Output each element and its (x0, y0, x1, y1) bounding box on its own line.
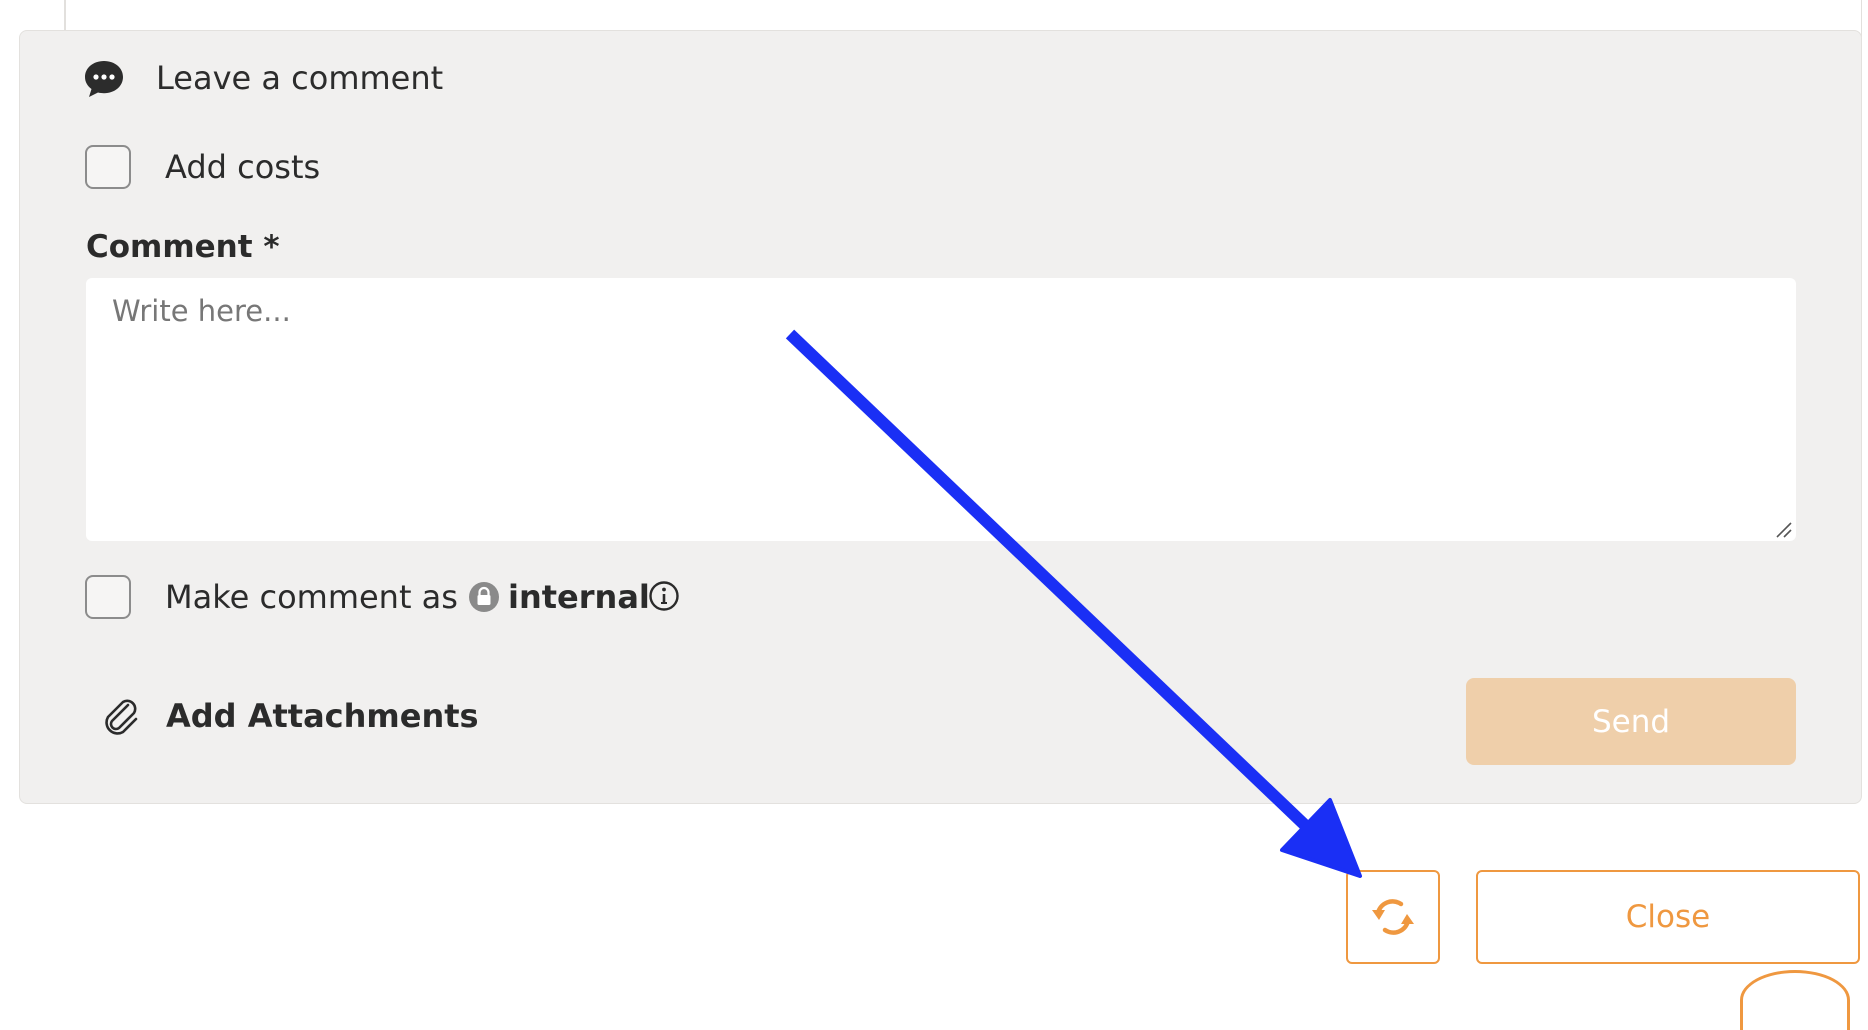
refresh-icon (1372, 899, 1414, 935)
comment-field-label: Comment * (86, 229, 280, 265)
info-icon[interactable] (648, 580, 680, 612)
right-divider (1861, 0, 1862, 37)
internal-label: internal (508, 578, 650, 616)
add-costs-label[interactable]: Add costs (165, 145, 320, 189)
internal-comment-checkbox[interactable] (85, 575, 131, 619)
lock-icon (469, 582, 499, 612)
floating-action-button[interactable] (1740, 970, 1850, 1030)
paperclip-icon[interactable] (100, 695, 144, 739)
close-button[interactable]: Close (1476, 870, 1860, 964)
send-button[interactable]: Send (1466, 678, 1796, 765)
add-attachments-link[interactable]: Add Attachments (166, 694, 479, 738)
panel-heading: Leave a comment (156, 59, 444, 97)
comment-textarea[interactable] (86, 278, 1796, 541)
chat-bubble-icon (85, 61, 123, 97)
refresh-button[interactable] (1346, 870, 1440, 964)
top-divider (64, 0, 66, 30)
add-costs-checkbox[interactable] (85, 145, 131, 189)
make-comment-as-label[interactable]: Make comment as (165, 575, 458, 619)
resize-grip-icon[interactable] (1774, 520, 1792, 538)
